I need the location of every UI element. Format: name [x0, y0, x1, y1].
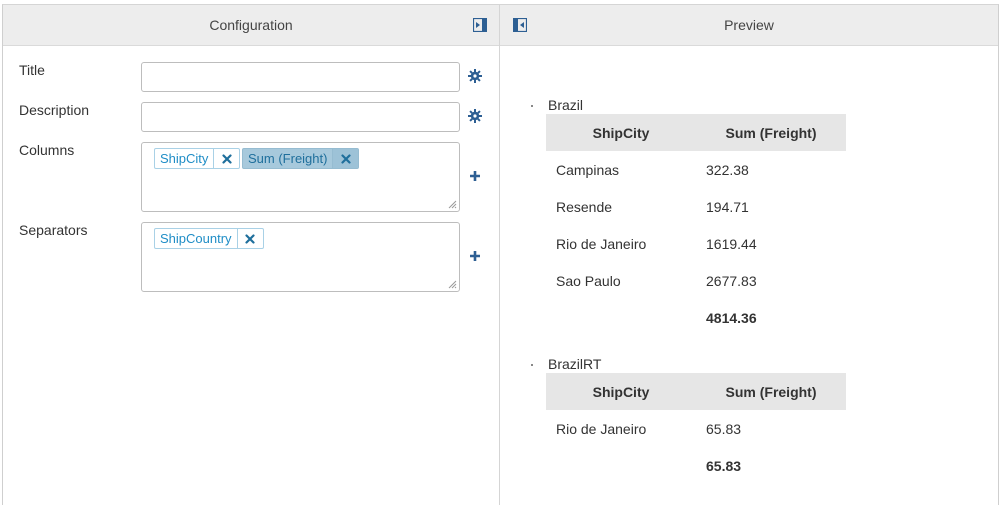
close-icon — [341, 153, 351, 164]
collapse-left-icon — [513, 18, 527, 32]
column-header: Sum (Freight) — [696, 373, 846, 410]
table-cell: 65.83 — [706, 420, 742, 437]
remove-column-sum-freight-button[interactable] — [332, 149, 359, 168]
close-icon — [245, 233, 255, 244]
total-value: 65.83 — [706, 457, 742, 474]
description-label: Description — [19, 102, 90, 118]
add-column-button[interactable] — [467, 168, 483, 184]
table-row: Sao Paulo 2677.83 — [546, 262, 846, 299]
table-cell: 194.71 — [706, 198, 749, 215]
table-row: Resende 194.71 — [546, 188, 846, 225]
preview-header: Preview — [500, 5, 998, 46]
plus-icon — [470, 171, 480, 181]
group-title: BrazilRT — [548, 356, 602, 372]
bullet-icon — [531, 364, 533, 366]
columns-tag-input[interactable]: ShipCity Sum (Freight) — [141, 142, 460, 212]
plus-icon — [470, 251, 480, 261]
table-cell — [546, 299, 696, 336]
configuration-panel: Configuration Title Description Columns … — [3, 5, 500, 505]
description-input[interactable] — [141, 102, 460, 132]
title-input[interactable] — [141, 62, 460, 92]
title-label: Title — [19, 62, 45, 78]
collapse-preview-button[interactable] — [513, 18, 527, 32]
table-cell: Resende — [556, 198, 613, 215]
tag-label: ShipCountry — [160, 231, 232, 246]
column-tag-sum-freight[interactable]: Sum (Freight) — [242, 148, 360, 169]
tag-label: ShipCity — [160, 151, 209, 166]
table-cell: Campinas — [556, 161, 620, 178]
total-row: 4814.36 — [546, 299, 846, 336]
table-header-row: ShipCity Sum (Freight) — [546, 114, 846, 151]
table-row: Rio de Janeiro 65.83 — [546, 410, 846, 447]
table-cell: Rio de Janeiro — [556, 420, 647, 437]
total-value: 4814.36 — [706, 309, 757, 326]
preview-table: ShipCity Sum (Freight) Rio de Janeiro 65… — [546, 373, 846, 484]
total-row: 65.83 — [546, 447, 846, 484]
remove-separator-shipcountry-button[interactable] — [236, 229, 263, 248]
column-header: ShipCity — [546, 373, 696, 410]
add-separator-button[interactable] — [467, 248, 483, 264]
remove-column-shipcity-button[interactable] — [213, 149, 239, 168]
description-settings-button[interactable] — [467, 108, 483, 124]
collapse-right-icon — [473, 18, 487, 32]
column-header: ShipCity — [546, 114, 696, 151]
table-cell — [546, 447, 696, 484]
separators-label: Separators — [19, 222, 88, 238]
group-title: Brazil — [548, 97, 584, 113]
preview-title: Preview — [724, 17, 774, 33]
table-cell: Sao Paulo — [556, 272, 621, 289]
title-settings-button[interactable] — [467, 68, 483, 84]
table-cell: Rio de Janeiro — [556, 235, 647, 252]
collapse-configuration-button[interactable] — [473, 18, 487, 32]
close-icon — [222, 153, 232, 164]
table-cell: 322.38 — [706, 161, 749, 178]
bullet-icon — [531, 105, 533, 107]
resize-grip-icon[interactable] — [447, 199, 457, 209]
table-header-row: ShipCity Sum (Freight) — [546, 373, 846, 410]
gear-icon — [468, 69, 482, 83]
resize-grip-icon[interactable] — [447, 279, 457, 289]
table-row: Campinas 322.38 — [546, 151, 846, 188]
table-cell: 1619.44 — [706, 235, 757, 252]
configuration-header: Configuration — [3, 5, 499, 46]
gear-icon — [468, 109, 482, 123]
separator-tag-shipcountry[interactable]: ShipCountry — [154, 228, 264, 249]
preview-panel: Preview Brazil ShipCity Sum (Freight) Ca… — [500, 5, 998, 505]
separators-tag-input[interactable]: ShipCountry — [141, 222, 460, 292]
report-designer: Configuration Title Description Columns … — [2, 4, 999, 505]
preview-table: ShipCity Sum (Freight) Campinas 322.38 R… — [546, 114, 846, 336]
table-cell: 2677.83 — [706, 272, 757, 289]
columns-label: Columns — [19, 142, 75, 158]
tag-label: Sum (Freight) — [248, 151, 328, 166]
column-header: Sum (Freight) — [696, 114, 846, 151]
column-tag-shipcity[interactable]: ShipCity — [154, 148, 241, 169]
configuration-title: Configuration — [209, 17, 293, 33]
table-row: Rio de Janeiro 1619.44 — [546, 225, 846, 262]
